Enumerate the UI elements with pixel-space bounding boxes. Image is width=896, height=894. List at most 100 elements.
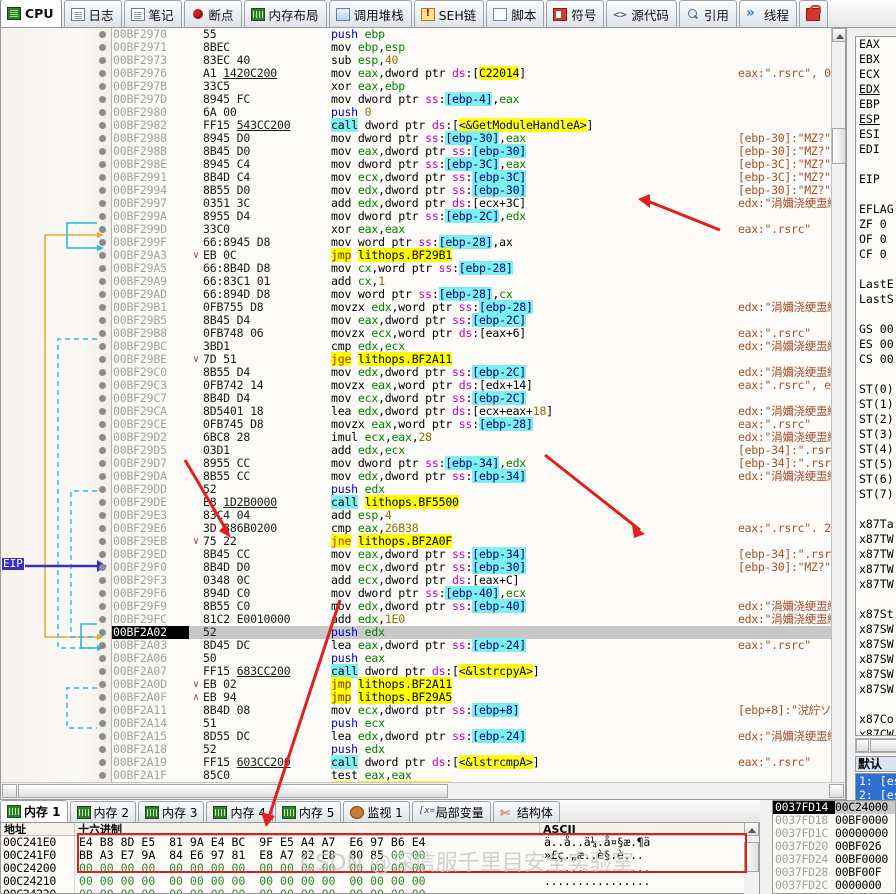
register-row-zf0[interactable]: ZF 0 bbox=[856, 217, 896, 232]
tab-断点[interactable]: 断点 bbox=[183, 0, 242, 27]
breakpoint-toggle[interactable] bbox=[95, 444, 109, 457]
breakpoint-toggle[interactable] bbox=[95, 327, 109, 340]
scroll-up-arrow-icon[interactable] bbox=[832, 28, 846, 42]
tab-CPU[interactable]: CPU bbox=[0, 0, 62, 27]
breakpoint-toggle[interactable] bbox=[95, 509, 109, 522]
register-row-x87co[interactable]: x87Co bbox=[856, 712, 896, 727]
breakpoint-toggle[interactable] bbox=[95, 730, 109, 743]
breakpoint-toggle[interactable] bbox=[95, 288, 109, 301]
calling-convention-label[interactable]: 默认 bbox=[855, 756, 896, 772]
register-row-x87sw[interactable]: x87SW bbox=[856, 637, 896, 652]
register-row-es00[interactable]: ES 00 bbox=[856, 337, 896, 352]
register-row-ecx[interactable]: ECX bbox=[856, 67, 896, 82]
breakpoint-toggle[interactable] bbox=[95, 704, 109, 717]
dump-scroll-thumb[interactable] bbox=[744, 842, 759, 872]
register-row-cf0[interactable]: CF 0 bbox=[856, 247, 896, 262]
breakpoint-toggle[interactable] bbox=[95, 691, 109, 704]
breakpoint-toggle[interactable] bbox=[95, 67, 109, 80]
dump-tab-结构体[interactable]: ✄ 结构体 bbox=[492, 801, 560, 822]
breakpoint-toggle[interactable] bbox=[95, 418, 109, 431]
tab-符号[interactable]: 符号 bbox=[546, 0, 605, 27]
breakpoint-toggle[interactable] bbox=[95, 301, 109, 314]
breakpoint-toggle[interactable] bbox=[95, 197, 109, 210]
breakpoint-toggle[interactable] bbox=[95, 236, 109, 249]
register-row-x87tw[interactable]: x87TW bbox=[856, 562, 896, 577]
register-row-st5[interactable]: ST(5) bbox=[856, 457, 896, 472]
tab-handles[interactable] bbox=[798, 0, 828, 27]
breakpoint-toggle[interactable] bbox=[95, 587, 109, 600]
breakpoint-toggle[interactable] bbox=[95, 158, 109, 171]
dump-tab-内存5[interactable]: 内存 5 bbox=[274, 801, 342, 822]
scroll-right-arrow-icon[interactable] bbox=[829, 784, 844, 798]
register-row-x87tw[interactable]: x87TW bbox=[856, 577, 896, 592]
register-row-edx[interactable]: EDX bbox=[856, 82, 896, 97]
register-row-st1[interactable]: ST(1) bbox=[856, 397, 896, 412]
stack-pane[interactable]: 0037FD14 00C24000 0037FD18 00BF0000 0037FD1C… bbox=[772, 800, 896, 894]
main-tab-bar[interactable]: CPU 日志 笔记 断点 内存布局 调用堆栈 SEH链 脚本 符号 <> 源代码 引用 线程 bbox=[0, 0, 896, 28]
breakpoint-toggle[interactable] bbox=[95, 93, 109, 106]
breakpoint-toggle[interactable] bbox=[95, 574, 109, 587]
vscroll-thumb[interactable] bbox=[832, 128, 846, 164]
disassembly-pane[interactable]: EIP 00BF2970 55 push ebp 00BF2971 8BEC mov eb… bbox=[0, 28, 846, 800]
register-row-st4[interactable]: ST(4) bbox=[856, 442, 896, 457]
breakpoint-toggle[interactable] bbox=[95, 54, 109, 67]
breakpoint-toggle[interactable] bbox=[95, 639, 109, 652]
register-row-laste[interactable]: LastE bbox=[856, 277, 896, 292]
register-row-st0[interactable]: ST(0) bbox=[856, 382, 896, 397]
register-row-esi[interactable]: ESI bbox=[856, 127, 896, 142]
disassembly-list[interactable]: 00BF2970 55 push ebp 00BF2971 8BEC mov ebp,es… bbox=[111, 28, 735, 782]
dump-tab-bar[interactable]: 内存 1 内存 2 内存 3 内存 4 内存 5 监视 1 [x=] 局部变量 ✄ 结构体 bbox=[0, 800, 760, 822]
tab-引用[interactable]: 引用 bbox=[678, 0, 737, 27]
breakpoint-toggle[interactable] bbox=[95, 145, 109, 158]
tab-笔记[interactable]: 笔记 bbox=[123, 0, 182, 27]
breakpoint-toggle[interactable] bbox=[95, 496, 109, 509]
tab-内存布局[interactable]: 内存布局 bbox=[243, 0, 327, 27]
register-row-x87sw[interactable]: x87SW bbox=[856, 652, 896, 667]
jump-arrow-gutter[interactable]: EIP bbox=[1, 28, 111, 782]
breakpoint-toggle[interactable] bbox=[95, 106, 109, 119]
breakpoint-toggle[interactable] bbox=[95, 717, 109, 730]
breakpoint-toggle[interactable] bbox=[95, 665, 109, 678]
breakpoint-toggle[interactable] bbox=[95, 483, 109, 496]
disassembly-vscrollbar[interactable] bbox=[831, 28, 846, 782]
breakpoint-toggle[interactable] bbox=[95, 535, 109, 548]
function-arg-row[interactable]: 1: [es bbox=[856, 774, 896, 788]
register-row-esp[interactable]: ESP bbox=[856, 112, 896, 127]
register-row-x87tw[interactable]: x87TW bbox=[856, 532, 896, 547]
hscroll-thumb[interactable] bbox=[18, 784, 448, 798]
breakpoint-toggle[interactable] bbox=[95, 132, 109, 145]
dump-tab-内存1[interactable]: 内存 1 bbox=[0, 800, 68, 822]
breakpoint-toggle[interactable] bbox=[95, 379, 109, 392]
breakpoint-toggle[interactable] bbox=[95, 522, 109, 535]
comment-column[interactable]: eax:".rsrc", 00C22014:L"浗桶页 [ebp-30]:"MZ… bbox=[735, 28, 831, 782]
register-row-ebp[interactable]: EBP bbox=[856, 97, 896, 112]
dump-scroll-up-icon[interactable] bbox=[744, 822, 759, 836]
register-row-eip[interactable]: EIP bbox=[856, 172, 896, 187]
register-row-ebx[interactable]: EBX bbox=[856, 52, 896, 67]
breakpoint-toggle[interactable] bbox=[95, 119, 109, 132]
breakpoint-toggle[interactable] bbox=[95, 223, 109, 236]
breakpoint-toggle[interactable] bbox=[95, 80, 109, 93]
breakpoint-toggle[interactable] bbox=[95, 561, 109, 574]
register-row-x87sw[interactable]: x87SW bbox=[856, 667, 896, 682]
tab-源代码[interactable]: <> 源代码 bbox=[606, 0, 677, 27]
breakpoint-toggle[interactable] bbox=[95, 431, 109, 444]
reg-scroll-thumb[interactable] bbox=[870, 739, 896, 752]
breakpoint-toggle[interactable] bbox=[95, 275, 109, 288]
register-row-st3[interactable]: ST(3) bbox=[856, 427, 896, 442]
scroll-left-arrow-icon[interactable] bbox=[2, 784, 17, 798]
tab-脚本[interactable]: 脚本 bbox=[486, 0, 545, 27]
breakpoint-toggle[interactable] bbox=[95, 405, 109, 418]
breakpoint-bullet-column[interactable] bbox=[95, 28, 109, 782]
breakpoint-toggle[interactable] bbox=[95, 613, 109, 626]
breakpoint-toggle[interactable] bbox=[95, 769, 109, 782]
registers-hscrollbar[interactable] bbox=[855, 738, 896, 753]
breakpoint-toggle[interactable] bbox=[95, 392, 109, 405]
breakpoint-toggle[interactable] bbox=[95, 249, 109, 262]
dump-tab-局部变量[interactable]: [x=] 局部变量 bbox=[411, 801, 491, 822]
register-row-st7[interactable]: ST(7) bbox=[856, 487, 896, 502]
breakpoint-toggle[interactable] bbox=[95, 41, 109, 54]
breakpoint-toggle[interactable] bbox=[95, 470, 109, 483]
register-row-edi[interactable]: EDI bbox=[856, 142, 896, 157]
breakpoint-toggle[interactable] bbox=[95, 626, 109, 639]
